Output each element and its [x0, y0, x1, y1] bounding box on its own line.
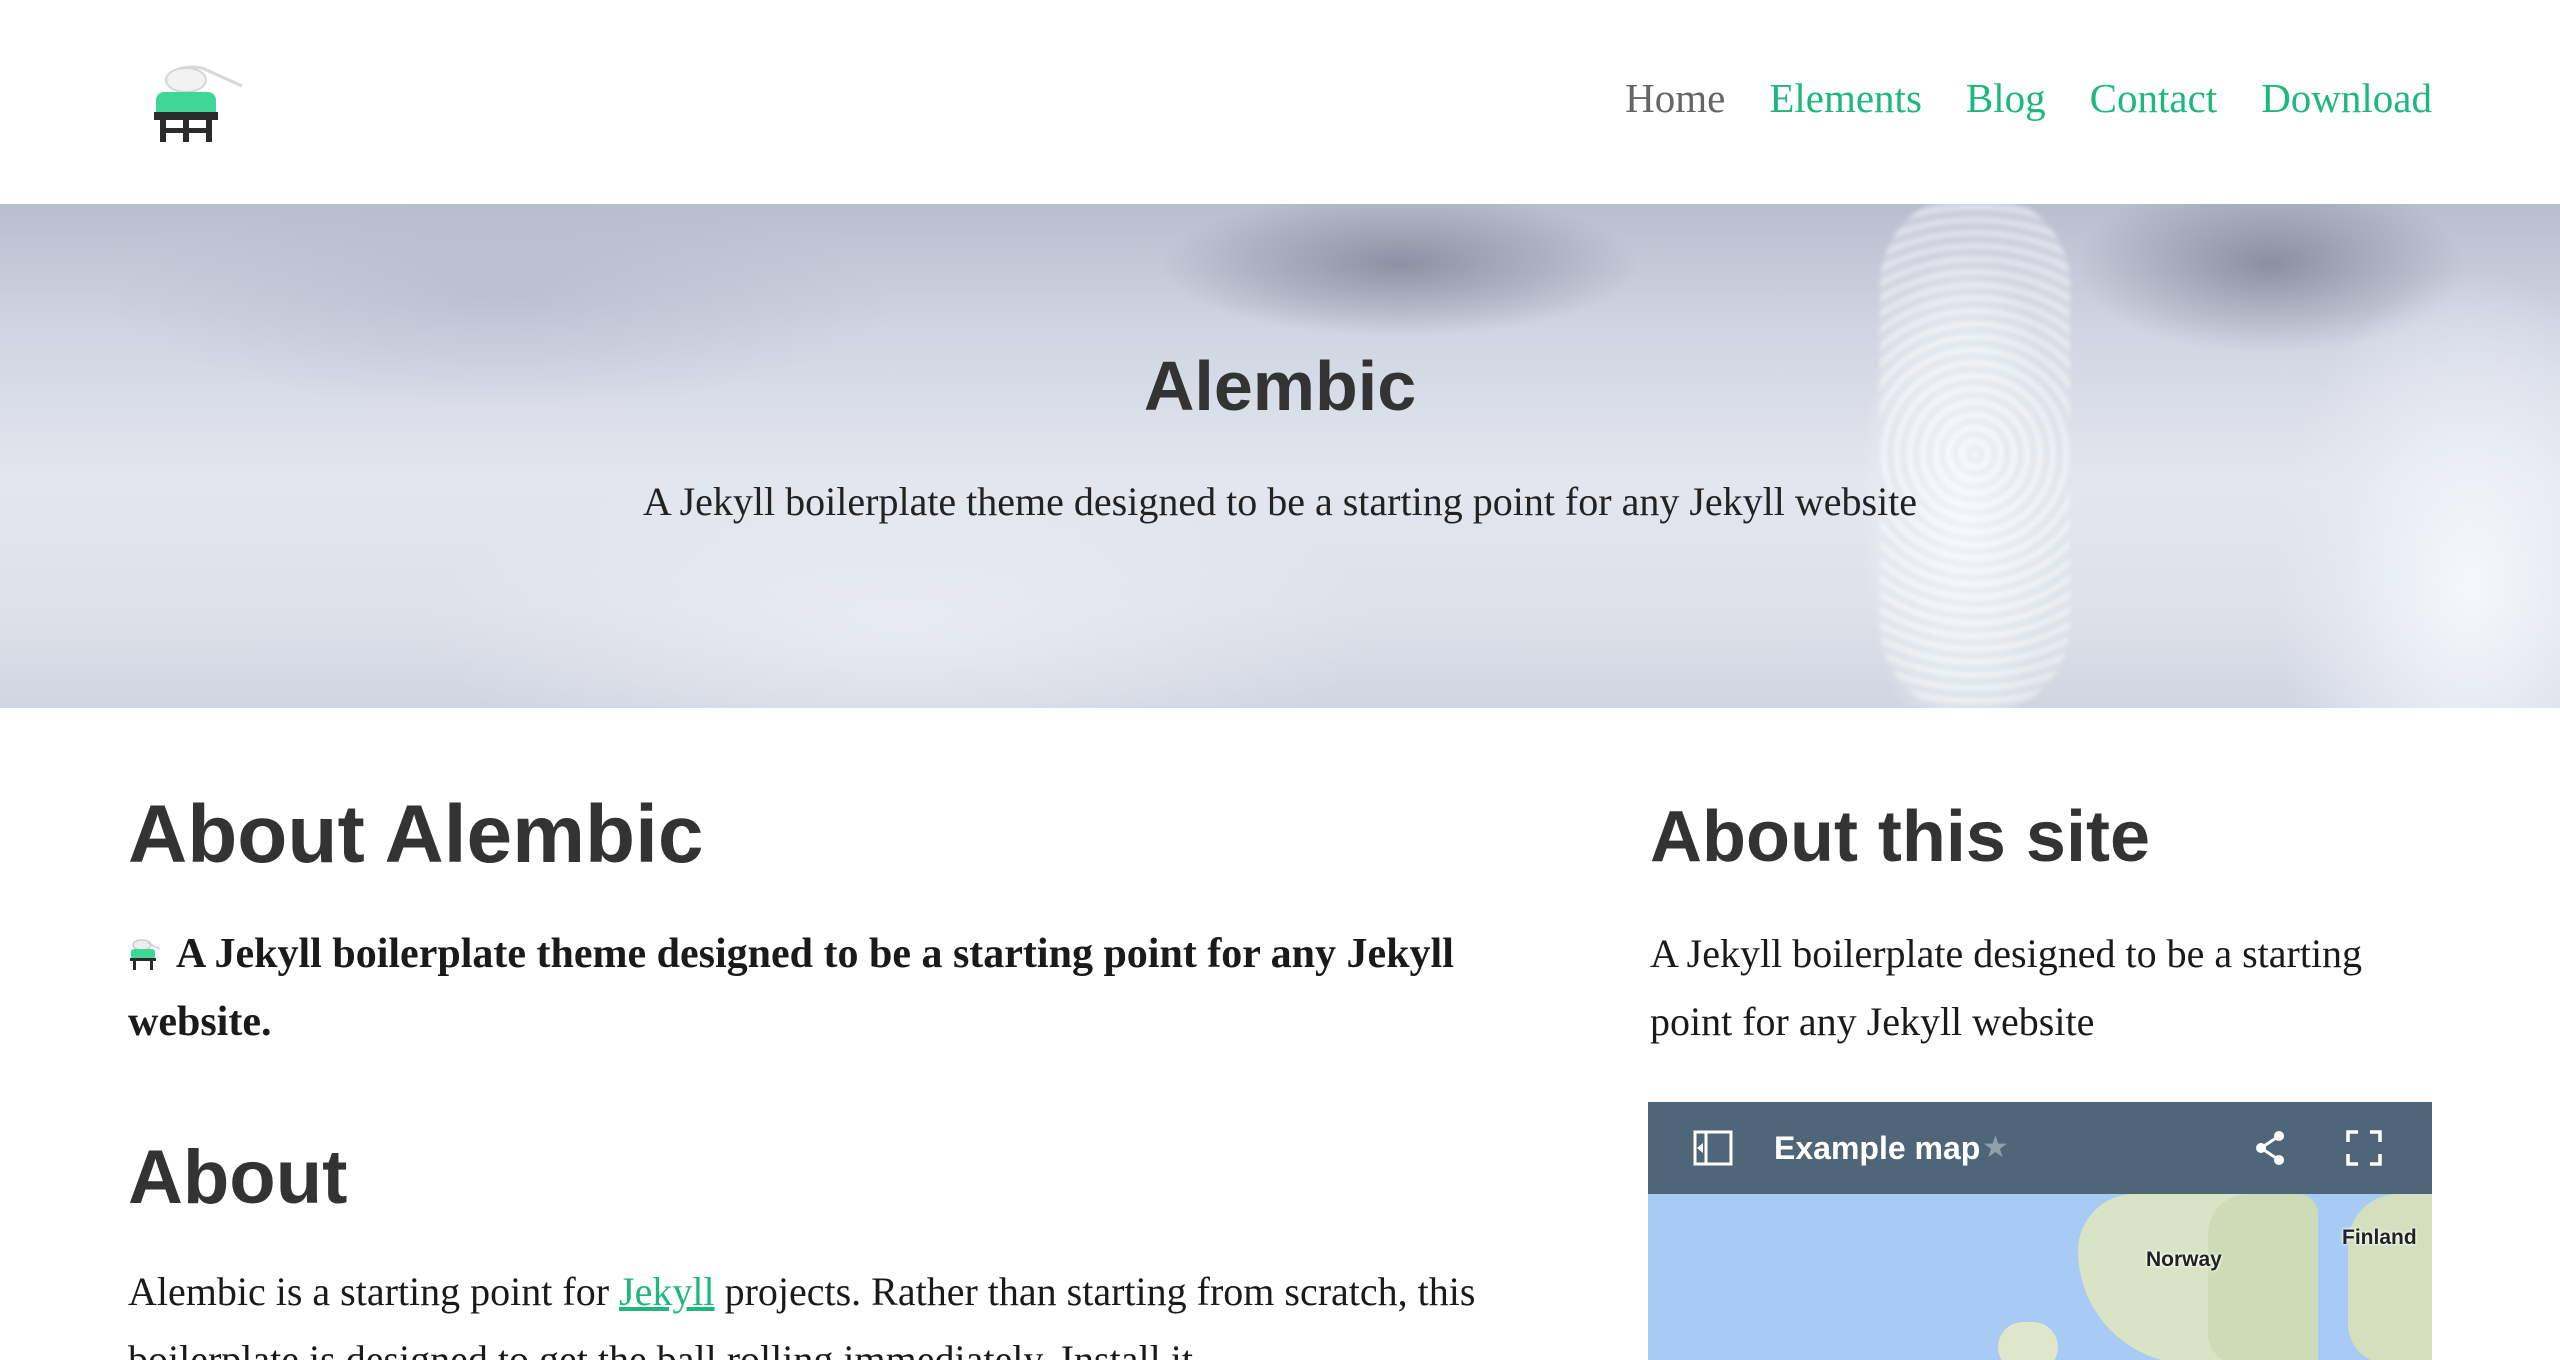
- sidebar-toggle-icon[interactable]: [1692, 1128, 1734, 1168]
- map-label-finland: Finland: [2342, 1226, 2417, 1249]
- about-heading: About: [128, 1135, 348, 1220]
- alembic-emoji-icon: [130, 939, 161, 970]
- about-alembic-heading: About Alembic: [128, 789, 704, 880]
- map-land-sweden: [2208, 1194, 2318, 1360]
- map-land-finland: [2348, 1194, 2432, 1360]
- about-body: Alembic is a starting point for Jekyll p…: [128, 1258, 1548, 1360]
- about-body-text-1: Alembic is a starting point for: [128, 1269, 620, 1314]
- nav-elements[interactable]: Elements: [1769, 74, 1922, 122]
- frosted-plant-image: [1880, 204, 2070, 708]
- map-label-norway: Norway: [2146, 1248, 2222, 1271]
- nav-blog[interactable]: Blog: [1966, 74, 2046, 122]
- fullscreen-icon[interactable]: [2344, 1128, 2384, 1168]
- alembic-logo-icon[interactable]: [150, 62, 246, 146]
- star-icon[interactable]: ★: [1982, 1130, 2009, 1165]
- sidebar-heading: About this site: [1650, 797, 2150, 877]
- map-title[interactable]: Example map: [1774, 1130, 1980, 1167]
- embedded-map[interactable]: Norway Finland Example map ★: [1648, 1102, 2432, 1360]
- hero-title: Alembic: [1143, 347, 1417, 425]
- hero-subtitle: A Jekyll boilerplate theme designed to b…: [642, 479, 1918, 524]
- nav-contact[interactable]: Contact: [2090, 74, 2218, 122]
- main-nav: Home Elements Blog Contact Download: [1625, 74, 2432, 122]
- jekyll-link[interactable]: Jekyll: [619, 1269, 715, 1314]
- nav-download[interactable]: Download: [2261, 74, 2432, 122]
- hero-banner: [0, 204, 2560, 708]
- share-icon[interactable]: [2252, 1128, 2288, 1168]
- site-header: Home Elements Blog Contact Download: [0, 0, 2560, 204]
- lead-text: A Jekyll boilerplate theme designed to b…: [128, 931, 1454, 1045]
- map-toolbar: Example map ★: [1648, 1102, 2432, 1194]
- nav-home[interactable]: Home: [1625, 74, 1725, 122]
- sidebar-text: A Jekyll boilerplate designed to be a st…: [1650, 931, 2363, 1044]
- map-land-scotland: [1998, 1322, 2058, 1360]
- lead-paragraph: A Jekyll boilerplate theme designed to b…: [128, 920, 1548, 1056]
